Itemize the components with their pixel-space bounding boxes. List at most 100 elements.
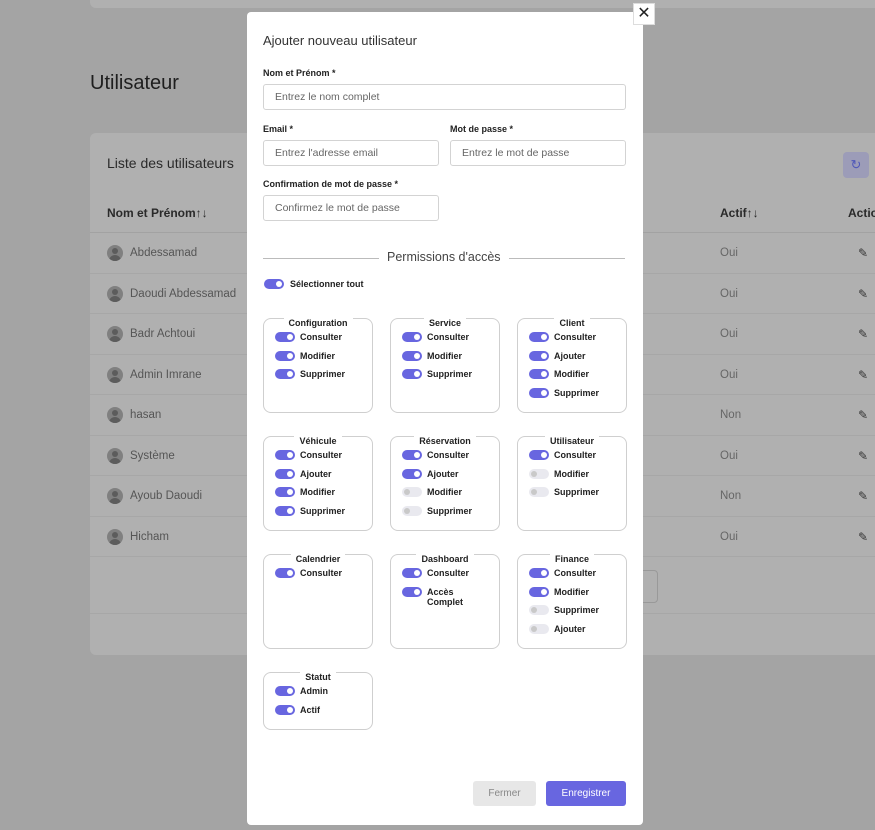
permission-item: Ajouter — [402, 468, 495, 479]
permission-toggle[interactable] — [529, 468, 549, 479]
edit-icon[interactable]: ✎ — [858, 408, 868, 422]
permission-label: Actif — [300, 704, 320, 715]
permission-toggle[interactable] — [275, 332, 295, 342]
permission-item: Consulter — [275, 568, 368, 578]
permission-toggle[interactable] — [402, 450, 422, 460]
edit-icon[interactable]: ✎ — [858, 449, 868, 463]
permission-item: Consulter — [275, 332, 368, 342]
user-active-status: Oui — [720, 530, 738, 543]
permission-toggle[interactable] — [529, 568, 549, 578]
permission-toggle[interactable] — [529, 487, 549, 497]
permission-label: Ajouter — [554, 350, 586, 361]
user-avatar-icon — [107, 528, 123, 545]
group-title: Configuration — [283, 318, 353, 328]
permission-label: Consulter — [427, 450, 470, 460]
group-title-wrap: Véhicule — [264, 431, 372, 449]
permission-toggle[interactable] — [402, 332, 422, 342]
permission-toggle[interactable] — [275, 468, 295, 479]
column-header-name[interactable]: Nom et Prénom↑↓ — [107, 206, 208, 220]
permission-toggle[interactable] — [529, 350, 549, 361]
group-title: Statut — [300, 672, 336, 682]
permission-label: Modifier — [554, 586, 589, 597]
user-active-status: Oui — [720, 449, 738, 462]
close-button[interactable]: Fermer — [473, 781, 536, 806]
permission-group-dashboard: Dashboard Consulter Accès Complet — [390, 554, 500, 649]
permission-list: Consulter Modifier Supprimer — [529, 450, 622, 506]
edit-icon[interactable]: ✎ — [858, 368, 868, 382]
permission-toggle[interactable] — [275, 487, 295, 497]
email-input[interactable] — [263, 140, 439, 166]
permission-label: Consulter — [554, 450, 597, 460]
permission-label: Modifier — [427, 350, 462, 361]
group-title: Véhicule — [294, 436, 342, 446]
permission-label: Ajouter — [300, 468, 332, 479]
permission-toggle[interactable] — [275, 704, 295, 715]
edit-icon[interactable]: ✎ — [858, 327, 868, 341]
fullname-label: Nom et Prénom * — [263, 68, 336, 78]
permission-item: Modifier — [402, 487, 495, 497]
divider-line-right — [509, 258, 625, 259]
edit-icon[interactable]: ✎ — [858, 530, 868, 544]
permission-item: Supprimer — [275, 505, 368, 516]
edit-icon[interactable]: ✎ — [858, 287, 868, 301]
column-header-active[interactable]: Actif↑↓ — [720, 206, 759, 220]
permission-toggle[interactable] — [275, 450, 295, 460]
refresh-icon[interactable]: ↻ — [843, 152, 869, 178]
group-title-wrap: Statut — [264, 667, 372, 685]
permission-toggle[interactable] — [402, 487, 422, 497]
permission-toggle[interactable] — [402, 350, 422, 361]
select-all-toggle[interactable] — [264, 279, 284, 289]
permission-toggle[interactable] — [275, 369, 295, 379]
permission-toggle[interactable] — [402, 586, 422, 597]
permission-group-statut: Statut Admin Actif — [263, 672, 373, 730]
edit-icon[interactable]: ✎ — [858, 246, 868, 260]
permission-toggle[interactable] — [529, 387, 549, 398]
permission-toggle[interactable] — [529, 586, 549, 597]
permission-toggle[interactable] — [402, 568, 422, 578]
permission-toggle[interactable] — [402, 505, 422, 516]
permission-toggle[interactable] — [275, 568, 295, 578]
group-title: Réservation — [414, 436, 476, 446]
user-name: Daoudi Abdessamad — [130, 287, 237, 300]
permission-item: Supprimer — [529, 387, 622, 398]
fullname-input[interactable] — [263, 84, 626, 110]
permission-label: Consulter — [427, 332, 470, 342]
permission-item: Consulter — [529, 332, 622, 342]
permission-toggle[interactable] — [275, 350, 295, 361]
permission-item: Supprimer — [402, 369, 495, 379]
permission-toggle[interactable] — [402, 468, 422, 479]
permission-item: Consulter — [402, 568, 495, 578]
permission-toggle[interactable] — [402, 369, 422, 379]
permission-label: Supprimer — [554, 387, 600, 398]
edit-icon[interactable]: ✎ — [858, 489, 868, 503]
permission-group-service: Service Consulter Modifier Supprimer — [390, 318, 500, 413]
permission-label: Modifier — [300, 487, 335, 497]
permission-toggle[interactable] — [529, 369, 549, 379]
user-name: Ayoub Daoudi — [130, 490, 203, 502]
page-title: Utilisateur — [90, 72, 179, 94]
permission-toggle[interactable] — [529, 605, 549, 615]
permission-toggle[interactable] — [529, 332, 549, 342]
select-all-label: Sélectionner tout — [290, 279, 364, 289]
permission-label: Consulter — [300, 450, 343, 460]
permission-toggle[interactable] — [529, 450, 549, 460]
group-title: Client — [554, 318, 590, 328]
save-button[interactable]: Enregistrer — [546, 781, 626, 806]
group-title-wrap: Utilisateur — [518, 431, 626, 449]
permission-item: Accès Complet — [402, 586, 495, 607]
permission-list: Consulter Ajouter Modifier Supprimer — [402, 450, 495, 524]
permission-label: Consulter — [554, 568, 597, 578]
permission-toggle[interactable] — [275, 686, 295, 696]
permission-toggle[interactable] — [529, 623, 549, 634]
top-card-edge — [90, 0, 875, 8]
divider-line-left — [263, 258, 379, 259]
confirm-password-input[interactable] — [263, 195, 439, 221]
password-input[interactable] — [450, 140, 626, 166]
permission-label: Consulter — [427, 568, 470, 578]
permission-label: Modifier — [554, 468, 589, 479]
group-title-wrap: Réservation — [391, 431, 499, 449]
permission-toggle[interactable] — [275, 505, 295, 516]
close-icon[interactable]: ✕ — [633, 3, 655, 25]
permission-item: Modifier — [529, 369, 622, 379]
user-name: Badr Achtoui — [130, 328, 196, 340]
